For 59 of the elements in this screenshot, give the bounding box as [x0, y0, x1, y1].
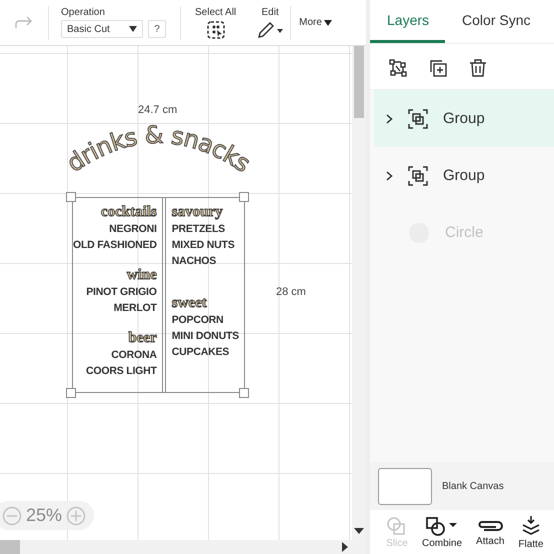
panel-tab[interactable]: Layers — [370, 0, 446, 43]
group-layer-icon — [408, 108, 428, 128]
menu-heading: cocktails — [100, 204, 157, 221]
zoom-level: 25% — [26, 505, 62, 526]
chevron-icon[interactable] — [386, 170, 393, 180]
menu-heading: savoury — [172, 204, 224, 221]
menu-item: NEGRONI — [109, 222, 157, 237]
resize-handle[interactable] — [66, 388, 76, 398]
menu-item: MIXED NUTS — [172, 238, 235, 253]
resize-handle[interactable] — [239, 388, 249, 398]
chevron-icon[interactable] — [386, 114, 393, 124]
menu-item: POPCORN — [172, 313, 224, 328]
caret-icon — [324, 20, 332, 26]
menu-item: COORS LIGHT — [86, 364, 157, 379]
duplicate-icon[interactable] — [428, 58, 448, 78]
pencil-icon — [256, 20, 284, 38]
canvas-thumbnail[interactable] — [378, 468, 432, 504]
combine-button[interactable]: Combine — [422, 516, 462, 548]
arched-title: drinks & snacks — [62, 120, 256, 178]
scroll-thumb[interactable] — [354, 46, 364, 118]
menu-heading: beer — [128, 330, 157, 347]
height-label: 28 cm — [276, 286, 306, 298]
resize-handle[interactable] — [66, 192, 76, 202]
menu-item: MINI DONUTS — [172, 329, 239, 344]
group-icon[interactable] — [388, 58, 408, 78]
scroll-thumb[interactable] — [0, 540, 20, 554]
menu-item: OLD FASHIONED — [73, 238, 157, 253]
menu-item: CUPCAKES — [172, 345, 230, 360]
group-layer-icon — [408, 166, 428, 186]
menu-heading: sweet — [172, 295, 208, 312]
width-label: 24.7 cm — [138, 104, 178, 116]
select-all-icon — [206, 20, 225, 38]
attach-button[interactable]: Attach — [476, 518, 504, 546]
scroll-right-icon[interactable] — [342, 542, 348, 552]
select-all-button[interactable]: Select All — [195, 6, 236, 38]
flatten-button[interactable]: Flatte — [518, 514, 544, 550]
edit-button[interactable]: Edit — [256, 6, 284, 38]
layer-row[interactable]: Group — [374, 90, 554, 147]
operation-dropdown[interactable]: Basic Cut — [61, 20, 143, 38]
help-button[interactable]: ? — [148, 20, 166, 38]
canvas-label: Blank Canvas — [442, 480, 504, 492]
menu-item: CORONA — [111, 348, 157, 363]
flatten-icon — [520, 514, 541, 536]
panel-tab[interactable]: Color Sync — [445, 0, 546, 43]
menu-item: NACHOS — [172, 254, 218, 269]
horizontal-scrollbar[interactable] — [0, 540, 366, 554]
delete-icon[interactable] — [468, 58, 488, 78]
menu-item: PINOT GRIGIO — [86, 285, 157, 300]
more-button[interactable]: More — [299, 17, 332, 28]
menu-heading: wine — [126, 267, 157, 284]
slice-icon — [386, 516, 408, 536]
scroll-down-icon[interactable] — [354, 528, 364, 534]
operation-label: Operation — [61, 7, 106, 18]
menu-item: PRETZELS — [172, 222, 226, 237]
resize-handle[interactable] — [239, 192, 249, 202]
caret-icon — [129, 26, 137, 32]
layer-row[interactable]: Group — [370, 147, 554, 204]
combine-icon — [425, 516, 460, 536]
menu-item: MERLOT — [114, 301, 157, 316]
